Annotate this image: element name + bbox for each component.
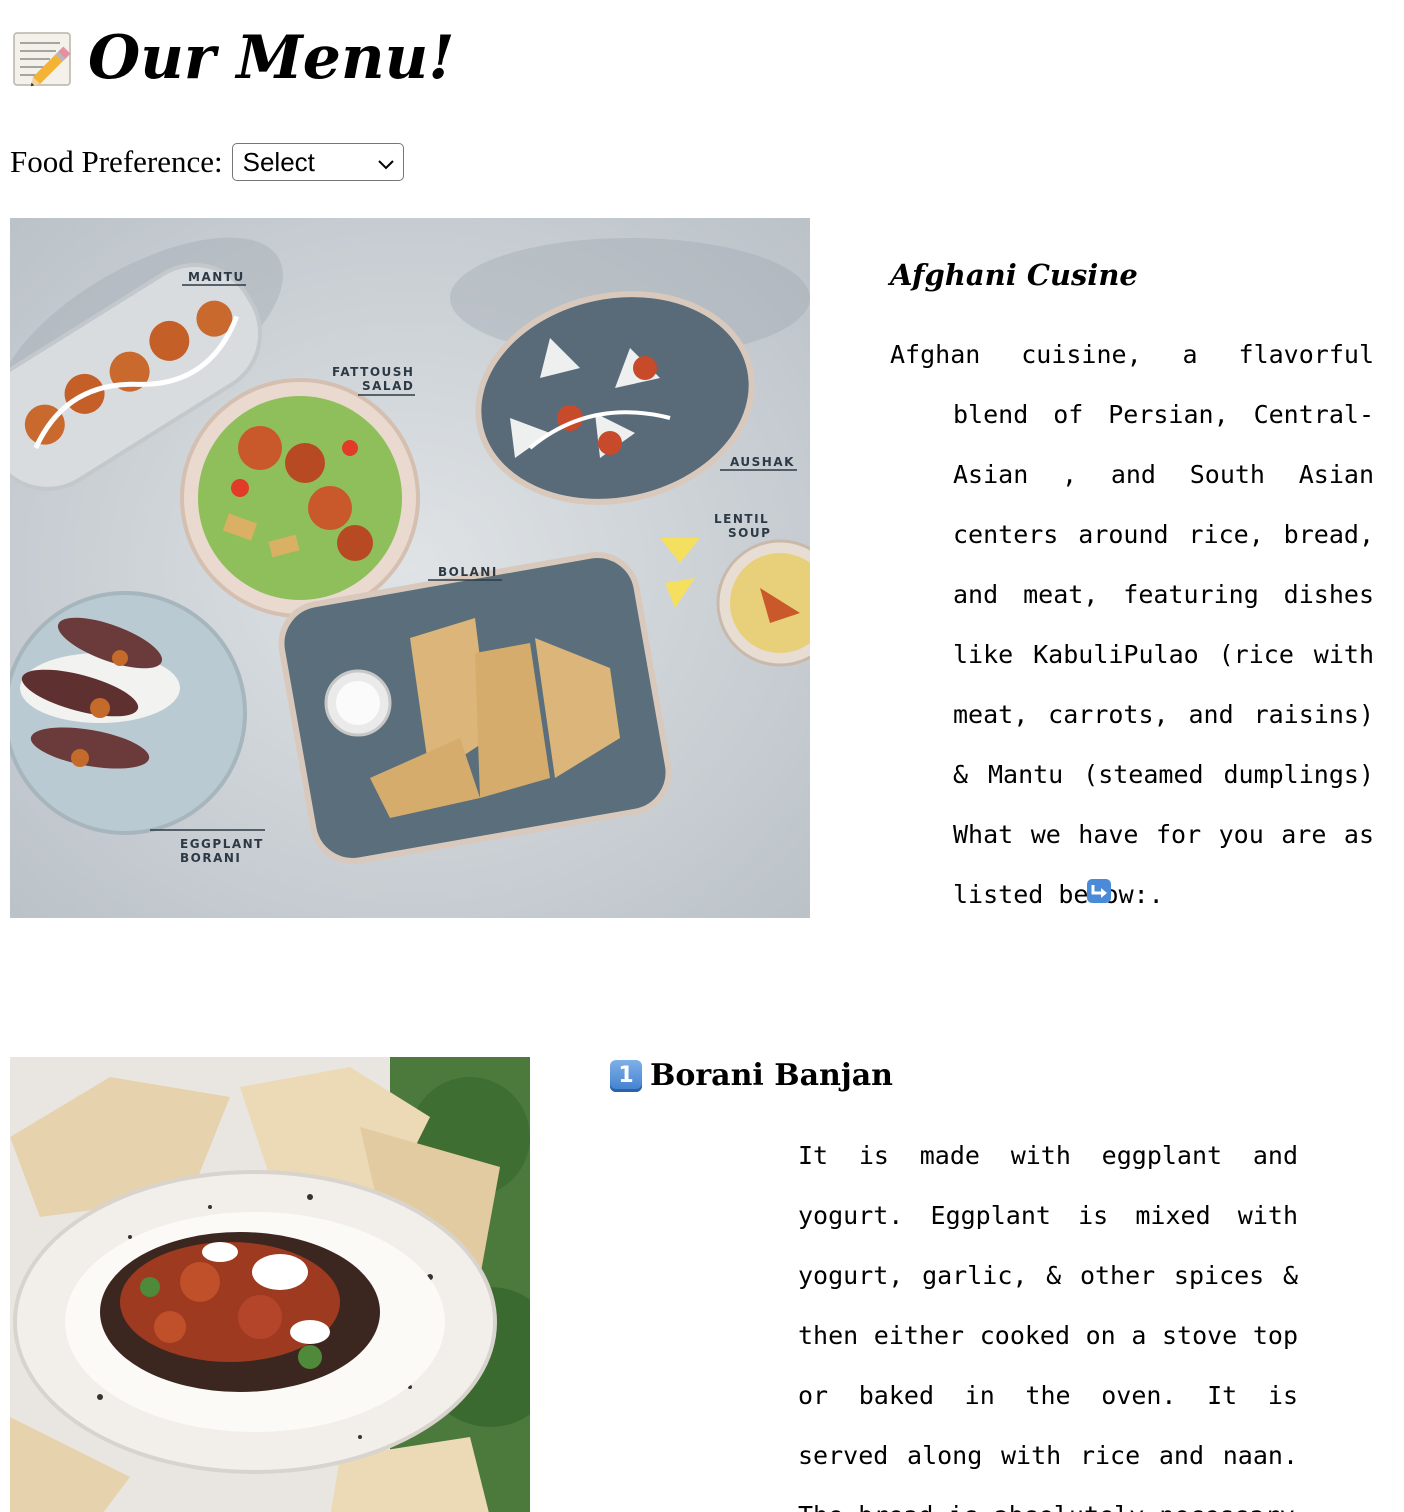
- svg-text:SALAD: SALAD: [362, 379, 414, 393]
- image-label-eggplant: EGGPLANT: [180, 837, 264, 851]
- memo-pencil-icon: [10, 27, 80, 89]
- image-label-lentil: LENTIL: [714, 512, 769, 526]
- cuisine-description-text: Afghan cuisine, a flavorful blend of Per…: [890, 340, 1374, 909]
- svg-text:SOUP: SOUP: [728, 526, 771, 540]
- cuisine-title: Afghani Cusine: [890, 258, 1138, 292]
- food-preference-row: Food Preference: Select: [10, 140, 404, 184]
- image-label-aushak: AUSHAK: [730, 455, 795, 469]
- food-preference-label: Food Preference:: [10, 144, 223, 179]
- afghan-dishes-image: MANTU FATTOUSH SALAD AUSHAK LENTIL SOUP …: [10, 218, 810, 918]
- food-preference-select[interactable]: Select: [231, 143, 404, 181]
- food-preference-selected: Select: [242, 146, 315, 177]
- page-title: Our Menu!: [10, 18, 455, 98]
- dish-title-borani-banjan: 1 Borani Banjan: [610, 1058, 893, 1093]
- borani-banjan-image: [10, 1057, 530, 1512]
- keycap-number-icon: 1: [610, 1059, 642, 1092]
- image-label-mantu: MANTU: [188, 270, 245, 284]
- image-label-bolani: BOLANI: [438, 565, 498, 579]
- cuisine-description: Afghan cuisine, a flavorful blend of Per…: [890, 325, 1374, 926]
- svg-text:BORANI: BORANI: [180, 851, 241, 865]
- dish-name: Borani Banjan: [650, 1058, 893, 1093]
- cuisine-description-end: .: [1148, 880, 1164, 909]
- page-title-text: Our Menu!: [88, 23, 455, 93]
- image-label-fattoush: FATTOUSH: [332, 365, 414, 379]
- chevron-down-icon: [377, 147, 395, 178]
- dish-description: It is made with eggplant and yogurt. Egg…: [798, 1141, 1298, 1512]
